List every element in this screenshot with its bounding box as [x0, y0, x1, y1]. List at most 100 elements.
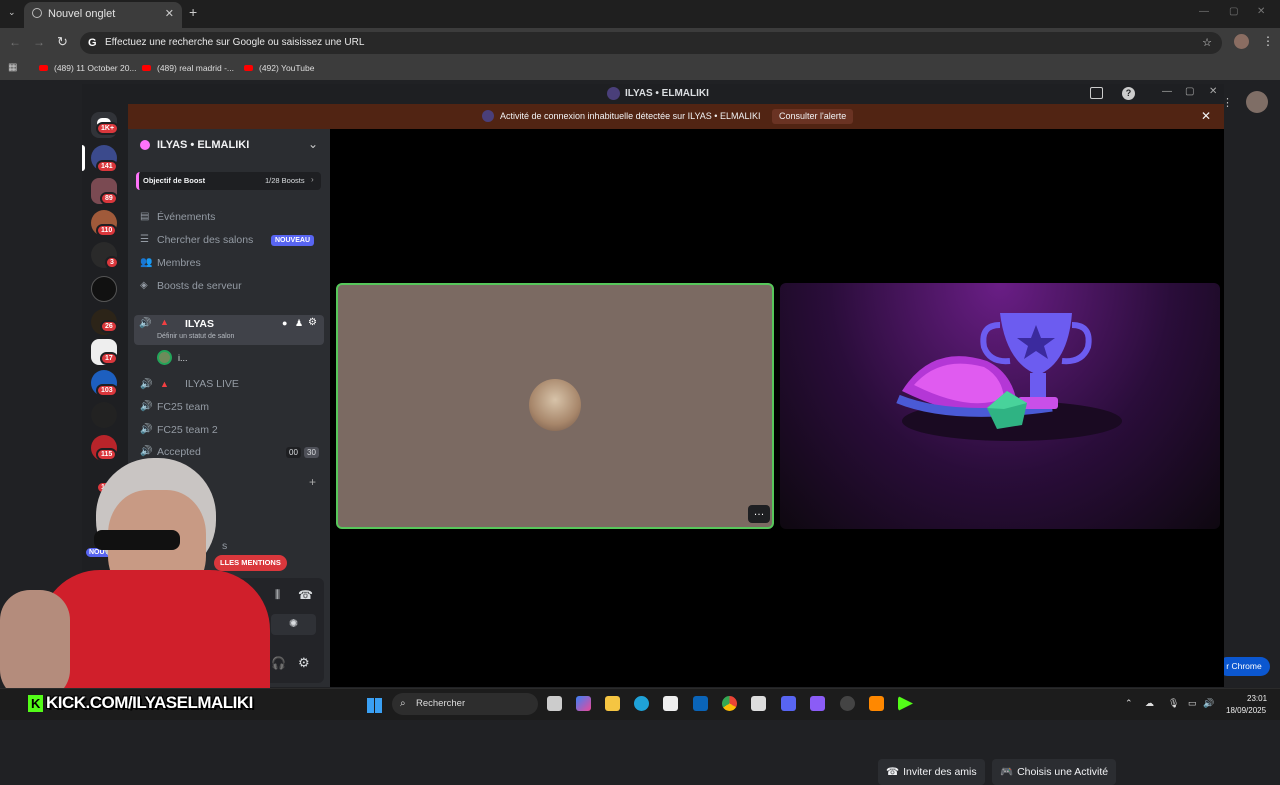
- choose-activity-button[interactable]: 🎮 Choisis une Activité: [992, 759, 1117, 785]
- forward-icon[interactable]: →: [33, 35, 45, 49]
- file-explorer-icon[interactable]: [605, 696, 620, 711]
- voice-user-name[interactable]: i...: [178, 353, 188, 363]
- apps-grid-icon[interactable]: ▦: [8, 62, 17, 73]
- close-icon[interactable]: ✕: [1257, 6, 1265, 17]
- calendar-icon: ▤: [140, 211, 150, 222]
- boost-icon: ◈: [140, 280, 148, 291]
- bookmark-star-icon[interactable]: ☆: [1202, 32, 1212, 54]
- alert-button[interactable]: Consulter l'alerte: [772, 109, 854, 124]
- new-badge: NOUVEAU: [271, 235, 315, 246]
- bookmark-3[interactable]: (492) YouTube: [244, 63, 314, 73]
- bookmark-1[interactable]: (489) 11 October 20...: [39, 63, 137, 73]
- minimize-icon[interactable]: —: [1199, 6, 1209, 17]
- network-icon[interactable]: ▭: [1188, 698, 1197, 709]
- outlook-icon[interactable]: [693, 696, 708, 711]
- taskbar-search[interactable]: ⌕ Rechercher: [392, 693, 538, 715]
- boost-goal-bar[interactable]: Objectif de Boost 1/28 Boosts ›: [136, 172, 321, 190]
- copilot-icon[interactable]: [576, 696, 591, 711]
- address-bar[interactable]: G Effectuez une recherche sur Google ou …: [80, 32, 1222, 54]
- chevron-down-icon[interactable]: ⌄: [308, 137, 318, 151]
- profile-avatar[interactable]: [1234, 34, 1249, 49]
- chrome-icon[interactable]: [722, 696, 737, 711]
- chat-icon[interactable]: ●: [282, 318, 287, 328]
- bookmark-2[interactable]: (489) real madrid -...: [142, 63, 234, 73]
- address-placeholder: Effectuez une recherche sur Google ou sa…: [105, 37, 365, 48]
- youtube-icon: [244, 65, 253, 71]
- server-badge: 141: [96, 160, 118, 173]
- app-icon[interactable]: [751, 696, 766, 711]
- disconnect-icon[interactable]: ☎: [298, 588, 313, 602]
- clock-time[interactable]: 23:01: [1247, 694, 1267, 703]
- menu-members[interactable]: Membres: [157, 257, 201, 269]
- siren-icon: ▲: [160, 379, 169, 389]
- vlc-icon[interactable]: [869, 696, 884, 711]
- voice-user-avatar[interactable]: [157, 350, 172, 365]
- channel-fc25-team-2[interactable]: FC25 team 2: [157, 424, 218, 436]
- more-options-button[interactable]: …: [748, 505, 770, 523]
- noise-suppression-icon[interactable]: ⫼: [275, 589, 280, 602]
- server-9[interactable]: [91, 402, 117, 428]
- voice-status[interactable]: Définir un statut de salon: [157, 333, 234, 340]
- menu-server-boosts[interactable]: Boosts de serveur: [157, 280, 242, 292]
- channel-ilyas-live[interactable]: ILYAS LIVE: [185, 378, 239, 390]
- volume-icon[interactable]: 🔊: [1203, 698, 1214, 709]
- task-view-icon[interactable]: [547, 696, 562, 711]
- discord-maximize-icon[interactable]: ▢: [1185, 86, 1194, 97]
- alert-close-icon[interactable]: ✕: [1201, 104, 1211, 129]
- boost-goal-label: Objectif de Boost: [143, 176, 206, 185]
- server-5[interactable]: [91, 276, 117, 302]
- store-icon[interactable]: [663, 696, 678, 711]
- server-badge: 1K+: [96, 122, 120, 135]
- gamepad-icon: 🎮: [1000, 766, 1014, 778]
- voice-channel-name: ILYAS: [185, 318, 214, 330]
- obs-icon[interactable]: [840, 696, 855, 711]
- back-icon[interactable]: ←: [9, 35, 21, 49]
- invite-friends-button[interactable]: ☎ Inviter des amis: [878, 759, 985, 785]
- microphone-icon[interactable]: 🎙: [1168, 698, 1179, 709]
- maximize-icon[interactable]: ▢: [1229, 6, 1238, 17]
- soundboard-button[interactable]: ✺: [271, 614, 316, 635]
- user-limit: 30: [304, 447, 319, 458]
- edge-icon[interactable]: [634, 696, 649, 711]
- search-label: Rechercher: [416, 698, 466, 709]
- menu-browse-channels[interactable]: Chercher des salons: [157, 234, 253, 246]
- channel-fc25-team[interactable]: FC25 team: [157, 401, 209, 413]
- voice-channel-active[interactable]: 🔊 ▲ ILYAS Définir un statut de salon ● ♟…: [134, 315, 324, 345]
- add-channel-icon[interactable]: +: [309, 475, 316, 489]
- alert-text: Activité de connexion inhabituelle détec…: [500, 111, 761, 121]
- discord-minimize-icon[interactable]: —: [1162, 86, 1172, 97]
- boost-gem-icon: [140, 140, 150, 150]
- server-badge: 103: [96, 384, 118, 397]
- globe-icon: [32, 8, 42, 18]
- inbox-icon[interactable]: [1090, 87, 1103, 99]
- server-header[interactable]: ILYAS • ELMALIKI ⌄: [128, 129, 330, 161]
- headphones-icon[interactable]: 🎧: [271, 656, 286, 670]
- server-badge: 89: [100, 192, 118, 205]
- tray-chevron-icon[interactable]: ⌃: [1125, 698, 1133, 709]
- close-tab-icon[interactable]: ✕: [165, 2, 174, 26]
- page-avatar: [1246, 91, 1268, 113]
- tab-list-chevron-icon[interactable]: ⌄: [8, 7, 16, 18]
- reload-icon[interactable]: ↻: [57, 34, 68, 50]
- menu-events[interactable]: Événements: [157, 211, 215, 223]
- gear-icon[interactable]: ⚙: [308, 317, 317, 328]
- windows-start-icon[interactable]: [367, 698, 382, 713]
- invite-icon[interactable]: ♟: [295, 318, 303, 329]
- tab-new-tab[interactable]: Nouvel onglet ✕: [24, 2, 182, 28]
- youtube-icon: [39, 65, 48, 71]
- help-icon[interactable]: ?: [1122, 87, 1135, 100]
- onedrive-icon[interactable]: ☁: [1145, 698, 1154, 709]
- game-icon[interactable]: [810, 696, 825, 711]
- add-friend-icon: ☎: [886, 766, 900, 778]
- settings-gear-icon[interactable]: ⚙: [298, 655, 310, 671]
- server-badge: 17: [100, 352, 118, 365]
- discord-close-icon[interactable]: ✕: [1209, 86, 1217, 97]
- discord-icon[interactable]: [781, 696, 796, 711]
- chrome-pill[interactable]: r Chrome: [1218, 657, 1270, 676]
- server-icon: [482, 110, 494, 122]
- window-title: ILYAS • ELMALIKI: [625, 88, 709, 99]
- new-tab-button[interactable]: +: [189, 5, 197, 19]
- menu-dots-icon[interactable]: ⋮: [1262, 34, 1274, 48]
- clock-date[interactable]: 18/09/2025: [1226, 706, 1266, 715]
- participant-tile[interactable]: …: [336, 283, 774, 529]
